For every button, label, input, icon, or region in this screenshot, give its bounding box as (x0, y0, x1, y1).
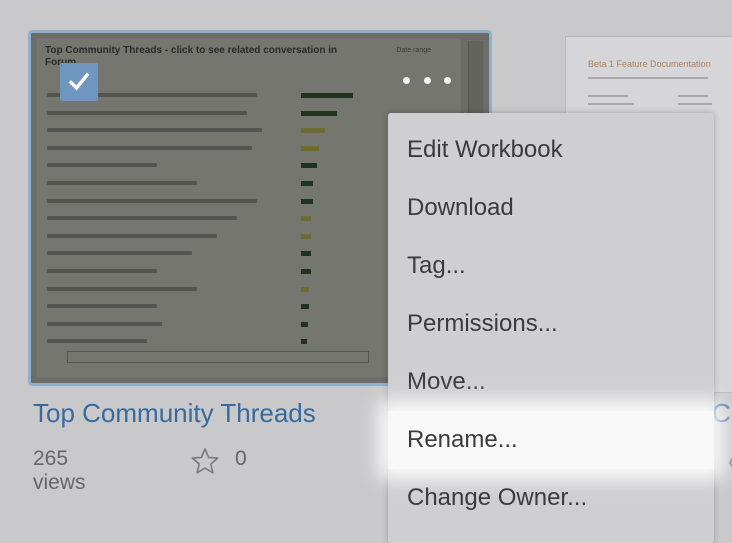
thumbnail-row-bar (301, 163, 317, 169)
thumbnail-filter-label: Date range (396, 47, 431, 54)
menu-item-move[interactable]: Move... (388, 353, 714, 411)
more-dot-icon (444, 76, 451, 84)
thumbnail-row-bar (301, 233, 311, 239)
favorite-star-icon[interactable] (190, 447, 220, 475)
thumbnail-row-label (47, 268, 157, 273)
document-line (678, 95, 708, 97)
thumbnail-row-label (47, 198, 257, 203)
thumbnail-row (43, 107, 363, 125)
thumbnail-row-bar (301, 145, 319, 151)
menu-item-tag[interactable]: Tag... (388, 237, 714, 295)
document-line (588, 77, 708, 79)
document-line (678, 103, 712, 105)
more-dot-icon (423, 76, 431, 84)
workbook-title-link-second[interactable]: Co (712, 398, 732, 429)
thumbnail-row (43, 265, 363, 283)
thumbnail-row (43, 300, 363, 318)
menu-item-download[interactable]: Download (388, 179, 714, 237)
thumbnail-row (43, 159, 363, 177)
menu-item-edit-workbook[interactable]: Edit Workbook (388, 121, 714, 179)
thumbnail-row-bar (301, 251, 311, 257)
thumbnail-row (43, 177, 363, 195)
menu-item-permissions[interactable]: Permissions... (388, 295, 714, 353)
thumbnail-row (43, 142, 363, 160)
thumbnail-row-bar (301, 110, 337, 116)
thumbnail-row (43, 247, 363, 265)
thumbnail-row (43, 283, 363, 301)
workbook-view-count: 265 views (33, 447, 86, 494)
thumbnail-row-label (47, 180, 197, 185)
workbook-title-link[interactable]: Top Community Threads (33, 398, 316, 429)
thumbnail-row-label (47, 145, 252, 150)
thumbnail-scrollbar (67, 351, 369, 363)
thumbnail-row-bar (301, 216, 311, 222)
workbook-actions-menu: Edit Workbook Download Tag... Permission… (388, 113, 714, 543)
thumbnail-row-label (47, 321, 162, 326)
thumbnail-row-label (47, 110, 247, 115)
thumbnail-row-bar (301, 268, 311, 274)
thumbnail-row-label (47, 216, 237, 221)
thumbnail-row-label (47, 251, 192, 256)
select-checkbox[interactable] (60, 63, 98, 101)
thumbnail-row (43, 212, 363, 230)
menu-item-change-owner[interactable]: Change Owner... (388, 469, 714, 527)
document-line (588, 95, 628, 97)
checkmark-icon (68, 72, 90, 91)
thumbnail-row-bar (301, 286, 309, 292)
document-line (588, 103, 634, 105)
thumbnail-row-bar (301, 321, 308, 327)
thumbnail-row-bar (301, 93, 353, 98)
favorite-count: 0 (235, 447, 247, 470)
thumbnail-row-bar (301, 180, 313, 186)
more-actions-button[interactable] (403, 68, 451, 92)
thumbnail-row-bar (301, 198, 313, 204)
menu-item-rename[interactable]: Rename... (388, 411, 714, 469)
thumbnail-row-label (47, 286, 197, 291)
thumbnail-row (43, 195, 363, 213)
thumbnail-row-label (47, 304, 157, 309)
document-title: Beta 1 Feature Documentation (588, 59, 711, 69)
favorite-star-icon[interactable] (724, 449, 732, 475)
thumbnail-row-bar (301, 339, 307, 345)
thumbnail-row (43, 318, 363, 336)
thumbnail-row-label (47, 339, 147, 344)
thumbnail-row-label (47, 128, 262, 133)
thumbnail-rows (43, 89, 363, 353)
thumbnail-row-label (47, 163, 157, 168)
thumbnail-row (43, 230, 363, 248)
thumbnail-row-bar (301, 304, 309, 310)
thumbnail-row-label (47, 233, 217, 238)
more-dot-icon (403, 76, 410, 84)
thumbnail-row (43, 124, 363, 142)
thumbnail-row-bar (301, 128, 325, 134)
